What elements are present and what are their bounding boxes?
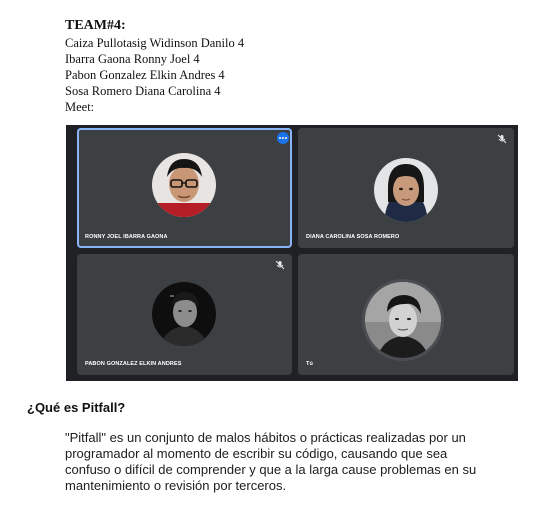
participant-name: DIANA CAROLINA SOSA ROMERO: [306, 234, 400, 240]
avatar: [374, 158, 438, 222]
mic-off-icon: [497, 134, 507, 144]
team-member: Sosa Romero Diana Carolina 4: [65, 84, 221, 98]
section-heading: ¿Qué es Pitfall?: [27, 400, 126, 415]
mic-off-icon: [275, 260, 285, 270]
team-member: Caiza Pullotasig Widinson Danilo 4: [65, 36, 245, 50]
avatar: [365, 282, 441, 358]
participant-name: PABON GONZALEZ ELKIN ANDRES: [85, 361, 182, 367]
participant-tile: DIANA CAROLINA SOSA ROMERO: [298, 128, 514, 248]
team-member: Ibarra Gaona Ronny Joel 4: [65, 52, 200, 66]
more-options-icon[interactable]: [277, 132, 289, 144]
avatar: [152, 282, 216, 346]
meet-label: Meet:: [65, 100, 95, 114]
participant-tile: RONNY JOEL IBARRA GAONA: [77, 128, 292, 248]
avatar: [152, 153, 216, 217]
participant-tile: PABON GONZALEZ ELKIN ANDRES: [77, 254, 292, 375]
section-body: "Pitfall" es un conjunto de malos hábito…: [65, 430, 477, 493]
team-title: TEAM#4:: [65, 18, 126, 33]
team-member: Pabon Gonzalez Elkin Andres 4: [65, 68, 225, 82]
participant-tile: Tú: [298, 254, 514, 375]
participant-name: Tú: [306, 361, 313, 367]
meet-screenshot: RONNY JOEL IBARRA GAONA DIANA CAROLINA S…: [66, 125, 518, 381]
participant-name: RONNY JOEL IBARRA GAONA: [85, 234, 168, 240]
team-info: TEAM#4: Caiza Pullotasig Widinson Danilo…: [65, 17, 365, 115]
